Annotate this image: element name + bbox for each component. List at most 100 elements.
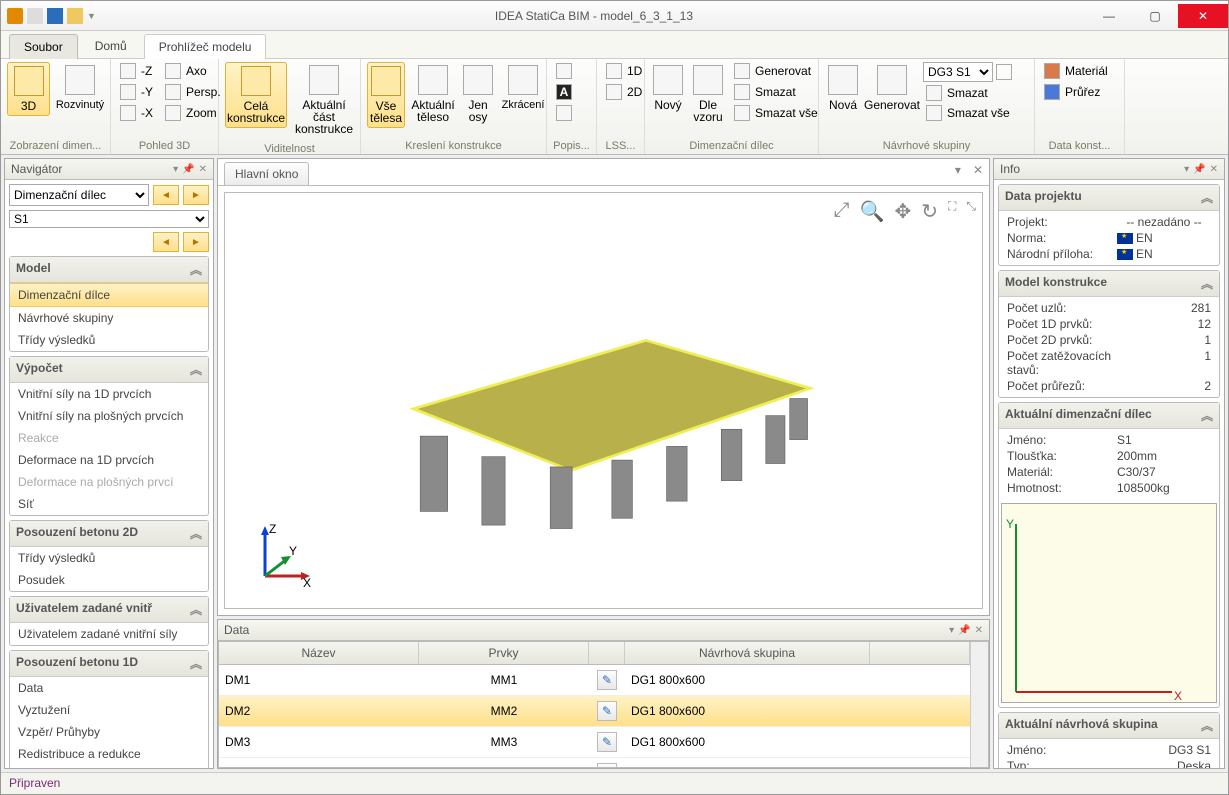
panel-close-icon[interactable]: ✕ xyxy=(967,159,989,185)
view-neg-x[interactable]: -X xyxy=(117,104,156,122)
nav-item[interactable]: Uživatelem zadané vnitřní síly xyxy=(10,623,208,645)
open-icon[interactable] xyxy=(67,8,83,24)
nav-item[interactable]: Třídy výsledků xyxy=(10,547,208,569)
dg-new[interactable]: Nová xyxy=(825,62,861,114)
draw-shortening[interactable]: Zkrácení xyxy=(501,62,545,114)
nav-item[interactable]: Vnitřní síly na plošných prvcích xyxy=(10,405,208,427)
viewport-3d[interactable]: ⤢ 🔍 ✥ ↻ ⛶ ⤡ xyxy=(224,192,983,609)
panel-close-icon[interactable]: ✕ xyxy=(975,625,983,636)
panel-menu-icon[interactable]: ▾ xyxy=(1184,164,1189,175)
nav-item[interactable]: Vnitřní síly na 1D prvcích xyxy=(10,383,208,405)
dm-delete-all[interactable]: Smazat vše xyxy=(731,104,821,122)
nav-item[interactable]: Vyztužení xyxy=(10,699,208,721)
minimize-button[interactable]: — xyxy=(1086,4,1132,28)
scrollbar[interactable] xyxy=(970,642,988,767)
dg-select[interactable]: DG3 S1 xyxy=(923,62,993,82)
pan-icon[interactable]: ✥ xyxy=(894,199,911,224)
view-3d-button[interactable]: 3D xyxy=(7,62,50,116)
info-section-header[interactable]: Aktuální návrhová skupina︽ xyxy=(999,713,1219,739)
dm-delete[interactable]: Smazat xyxy=(731,83,821,101)
dm-by-template[interactable]: Dle vzoru xyxy=(691,62,725,126)
dm-generate[interactable]: Generovat xyxy=(731,62,821,80)
col-elements[interactable]: Prvky xyxy=(419,642,589,664)
view-persp[interactable]: Persp. xyxy=(162,83,224,101)
dg-delete-all[interactable]: Smazat vše xyxy=(923,104,1013,122)
nav-next2-button[interactable]: ► xyxy=(183,232,209,252)
dg-generate[interactable]: Generovat xyxy=(867,62,917,114)
label-btn-3[interactable] xyxy=(553,104,575,122)
draw-current-solid[interactable]: Aktuální těleso xyxy=(411,62,455,126)
table-row[interactable]: DM2MM2✎DG1 800x600 xyxy=(219,696,970,727)
table-row[interactable]: DM3MM3✎DG1 800x600 xyxy=(219,727,970,758)
view-axo[interactable]: Axo xyxy=(162,62,224,80)
lss-1d[interactable]: 1D xyxy=(603,62,645,80)
qat-icon[interactable] xyxy=(27,8,43,24)
draw-axes-only[interactable]: Jen osy xyxy=(461,62,495,126)
panel-close-icon[interactable]: ✕ xyxy=(199,164,207,175)
dg-delete[interactable]: Smazat xyxy=(923,84,1013,102)
qat-dropdown-icon[interactable]: ▼ xyxy=(87,11,96,21)
label-btn-2[interactable]: A xyxy=(553,83,575,101)
expand-icon[interactable]: ⛶ xyxy=(948,199,956,224)
edit-icon[interactable]: ✎ xyxy=(597,670,617,690)
label-btn-1[interactable] xyxy=(553,62,575,80)
view-neg-y[interactable]: -Y xyxy=(117,83,156,101)
info-section-header[interactable]: Data projektu︽ xyxy=(999,185,1219,211)
info-section-header[interactable]: Model konstrukce︽ xyxy=(999,271,1219,297)
tab-home[interactable]: Domů xyxy=(80,33,142,58)
section-header[interactable]: Posouzení betonu 1D︽ xyxy=(10,651,208,677)
data-section[interactable]: Průřez xyxy=(1041,83,1111,101)
tab-model-viewer[interactable]: Prohlížeč modelu xyxy=(144,34,267,59)
edit-icon[interactable]: ✎ xyxy=(597,763,617,768)
nav-item[interactable]: Síť xyxy=(10,493,208,515)
info-section-header[interactable]: Aktuální dimenzační dílec︽ xyxy=(999,403,1219,429)
nav-item[interactable]: Posudek xyxy=(10,569,208,591)
vis-current-part[interactable]: Aktuální část konstrukce xyxy=(293,62,355,138)
pin-icon[interactable]: 📌 xyxy=(182,164,194,175)
panel-menu-icon[interactable]: ▾ xyxy=(173,164,178,175)
col-name[interactable]: Název xyxy=(219,642,419,664)
panel-close-icon[interactable]: ✕ xyxy=(1210,164,1218,175)
zoom-icon[interactable]: 🔍 xyxy=(860,199,885,224)
nav-item[interactable]: Výsledky xyxy=(10,765,208,768)
nav-type-select[interactable]: Dimenzační dílec xyxy=(9,184,149,206)
vis-whole-structure[interactable]: Celá konstrukce xyxy=(225,62,287,128)
nav-prev-button[interactable]: ◄ xyxy=(153,185,179,205)
section-header[interactable]: Výpočet︽ xyxy=(10,357,208,383)
pin-icon[interactable]: 📌 xyxy=(1193,164,1205,175)
nav-item[interactable]: Deformace na 1D prvcích xyxy=(10,449,208,471)
close-button[interactable]: ✕ xyxy=(1178,4,1228,28)
draw-all-solids[interactable]: Vše tělesa xyxy=(367,62,405,128)
save-icon[interactable] xyxy=(47,8,63,24)
dg-edit-icon[interactable] xyxy=(996,64,1012,80)
zoom-extents-icon[interactable]: ⤢ xyxy=(834,199,850,224)
panel-menu-icon[interactable]: ▾ xyxy=(949,625,954,636)
nav-next-button[interactable]: ► xyxy=(183,185,209,205)
section-header[interactable]: Uživatelem zadané vnitř︽ xyxy=(10,597,208,623)
nav-item[interactable]: Redistribuce a redukce xyxy=(10,743,208,765)
nav-item-result-classes[interactable]: Třídy výsledků xyxy=(10,329,208,351)
edit-icon[interactable]: ✎ xyxy=(597,701,617,721)
pin-icon[interactable]: 📌 xyxy=(958,625,970,636)
nav-item-select[interactable]: S1 xyxy=(9,210,209,228)
rotate-icon[interactable]: ↻ xyxy=(921,199,938,224)
nav-item-design-groups[interactable]: Návrhové skupiny xyxy=(10,307,208,329)
nav-item[interactable]: Data xyxy=(10,677,208,699)
panel-menu-icon[interactable]: ▾ xyxy=(949,159,967,185)
col-design-group[interactable]: Návrhová skupina xyxy=(625,642,870,664)
view-zoom[interactable]: Zoom xyxy=(162,104,224,122)
lss-2d[interactable]: 2D xyxy=(603,83,645,101)
table-row[interactable]: DM4MM4✎DG2 400x400 xyxy=(219,758,970,768)
section-header[interactable]: Model︽ xyxy=(10,257,208,283)
nav-item-dim-dilce[interactable]: Dimenzační dílce xyxy=(10,283,208,307)
table-row[interactable]: DM1MM1✎DG1 800x600 xyxy=(219,665,970,696)
section-header[interactable]: Posouzení betonu 2D︽ xyxy=(10,521,208,547)
collapse-icon[interactable]: ⤡ xyxy=(966,199,976,224)
nav-prev2-button[interactable]: ◄ xyxy=(153,232,179,252)
edit-icon[interactable]: ✎ xyxy=(597,732,617,752)
view-unrolled-button[interactable]: Rozvinutý xyxy=(56,62,104,114)
main-view-tab[interactable]: Hlavní okno xyxy=(224,162,309,186)
dm-new[interactable]: Nový xyxy=(651,62,685,114)
maximize-button[interactable]: ▢ xyxy=(1132,4,1178,28)
data-material[interactable]: Materiál xyxy=(1041,62,1111,80)
